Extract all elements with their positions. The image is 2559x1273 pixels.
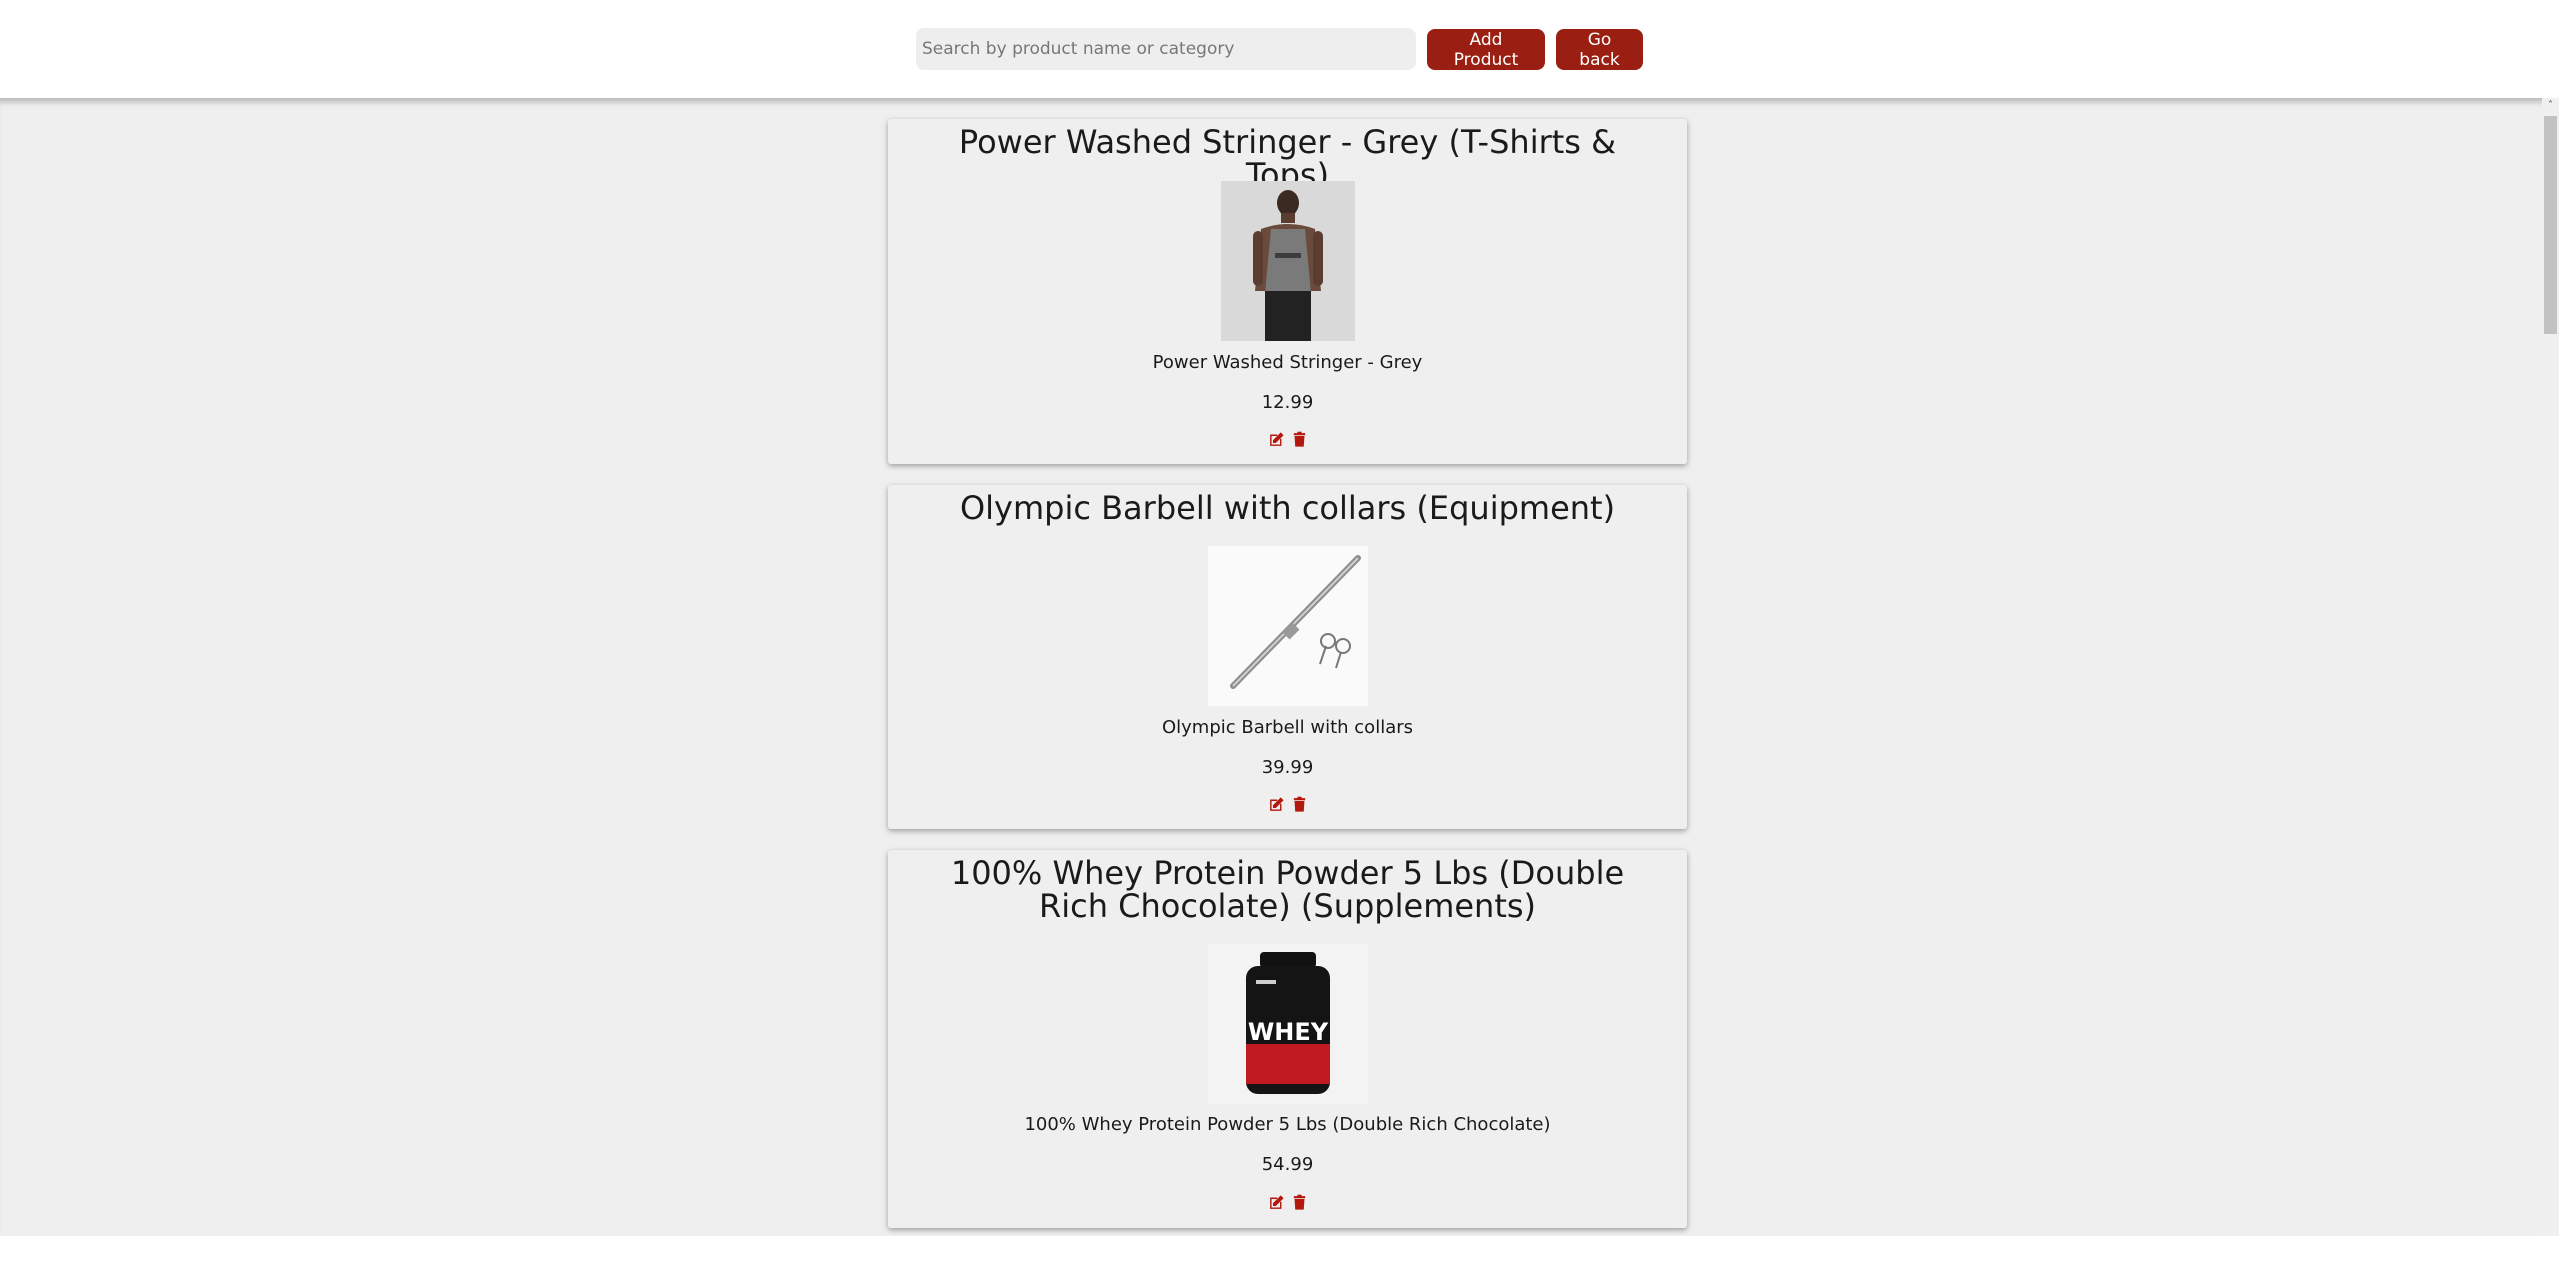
whey-label: WHEY (1247, 1018, 1328, 1046)
product-price: 39.99 (1261, 757, 1314, 778)
top-bar: Add Product Go back (0, 0, 2559, 98)
product-price: 12.99 (1261, 392, 1314, 413)
product-list[interactable]: Power Washed Stringer - Grey (T-Shirts &… (0, 98, 2559, 1236)
product-image: WHEY (1207, 944, 1368, 1104)
trash-icon[interactable] (1291, 796, 1308, 813)
bottom-strip (0, 1236, 2559, 1273)
trash-icon[interactable] (1291, 1194, 1308, 1211)
scroll-up-icon[interactable]: ˄ (2542, 98, 2559, 112)
product-name: 100% Whey Protein Powder 5 Lbs (Double R… (1024, 1114, 1551, 1135)
product-name: Power Washed Stringer - Grey (1152, 352, 1423, 373)
trash-icon[interactable] (1291, 431, 1308, 448)
product-title: 100% Whey Protein Powder 5 Lbs (Double R… (950, 854, 1625, 925)
go-back-button[interactable]: Go back (1556, 29, 1643, 70)
scroll-thumb[interactable] (2544, 116, 2557, 334)
grey-stringer-photo (1220, 181, 1355, 341)
product-image (1220, 181, 1355, 341)
product-price: 54.99 (1261, 1154, 1314, 1175)
product-image (1207, 546, 1368, 706)
vertical-scrollbar[interactable]: ˄ (2542, 98, 2559, 1236)
product-card: Power Washed Stringer - Grey (T-Shirts &… (888, 119, 1687, 464)
product-title: Olympic Barbell with collars (Equipment) (959, 489, 1616, 527)
product-card: Olympic Barbell with collars (Equipment)… (888, 485, 1687, 829)
edit-icon[interactable] (1268, 796, 1285, 813)
search-input[interactable] (916, 28, 1416, 70)
barbell-photo (1207, 546, 1368, 706)
edit-icon[interactable] (1268, 431, 1285, 448)
product-name: Olympic Barbell with collars (1161, 717, 1414, 738)
add-product-button[interactable]: Add Product (1427, 29, 1545, 70)
edit-icon[interactable] (1268, 1194, 1285, 1211)
whey-tub-photo: WHEY (1207, 944, 1368, 1104)
product-card: 100% Whey Protein Powder 5 Lbs (Double R… (888, 850, 1687, 1228)
